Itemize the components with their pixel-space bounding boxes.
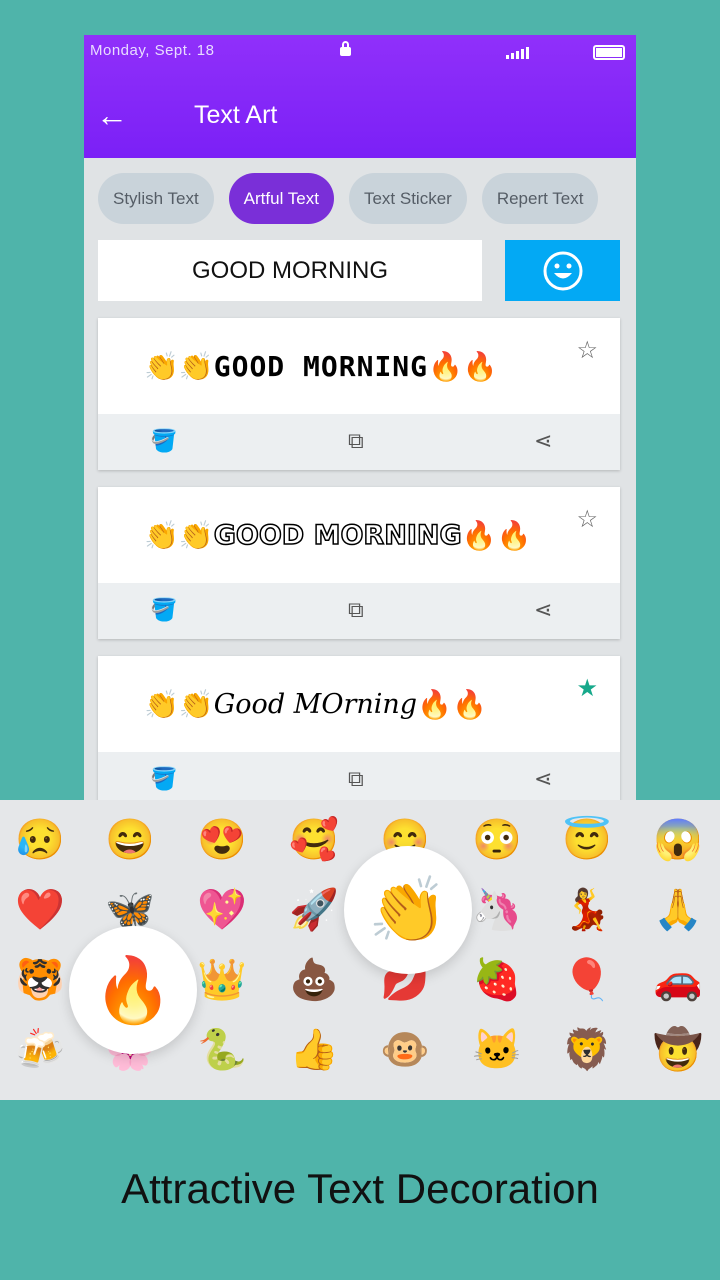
emoji-item[interactable]: 😇 bbox=[557, 815, 617, 865]
card-suffix: 🔥🔥 bbox=[428, 350, 498, 382]
emoji-item[interactable]: 🥰 bbox=[284, 815, 344, 865]
emoji-item[interactable]: 👑 bbox=[192, 955, 252, 1005]
emoji-item[interactable]: ❤️ bbox=[10, 885, 70, 935]
star-outline-icon[interactable]: ☆ bbox=[576, 336, 598, 365]
tab-repert-text[interactable]: Repert Text bbox=[481, 173, 599, 224]
copy-icon[interactable]: ⧉ bbox=[348, 428, 364, 454]
emoji-panel: 😥😄😍🥰😊😳😇😱❤️🦋💖🚀🦄💃🙏🐯👑💩💋🍓🎈🚗🍻🌸🐍👍🐵🐱🦁🤠🔥 👏 bbox=[0, 800, 720, 1100]
copy-icon[interactable]: ⧉ bbox=[348, 766, 364, 792]
emoji-item[interactable]: 🎈 bbox=[557, 955, 617, 1005]
card-prefix: 👏👏 bbox=[144, 688, 214, 720]
copy-icon[interactable]: ⧉ bbox=[348, 597, 364, 623]
emoji-item[interactable]: 🐱 bbox=[467, 1025, 527, 1075]
emoji-item[interactable]: 🙏 bbox=[648, 885, 708, 935]
back-arrow-icon[interactable]: ← bbox=[96, 99, 128, 131]
text-art-card: 👏👏 Good MOrning 🔥🔥 ★ 🪣 ⧉ ⋖ bbox=[98, 656, 620, 800]
emoji-item[interactable]: 😳 bbox=[467, 815, 527, 865]
emoji-item[interactable]: 🚗 bbox=[648, 955, 708, 1005]
paint-bucket-icon[interactable]: 🪣 bbox=[150, 766, 177, 792]
emoji-item[interactable]: 🐯 bbox=[10, 955, 70, 1005]
share-icon[interactable]: ⋖ bbox=[534, 766, 552, 792]
emoji-item[interactable]: 💩 bbox=[284, 955, 344, 1005]
card-prefix: 👏👏 bbox=[144, 519, 214, 551]
smiley-icon bbox=[543, 251, 582, 290]
battery-icon bbox=[593, 45, 625, 60]
emoji-item[interactable]: 🐵 bbox=[375, 1025, 435, 1075]
paint-bucket-icon[interactable]: 🪣 bbox=[150, 428, 177, 454]
card-suffix: 🔥🔥 bbox=[461, 519, 532, 551]
phone-screen: Monday, Sept. 18 ← Text Art Stylish Text… bbox=[84, 35, 636, 800]
tab-text-sticker[interactable]: Text Sticker bbox=[348, 173, 467, 224]
emoji-item[interactable]: 🦁 bbox=[557, 1025, 617, 1075]
tab-bar: Stylish Text Artful Text Text Sticker Re… bbox=[98, 173, 599, 224]
card-text: GOOD MORNING bbox=[213, 519, 462, 552]
emoji-item[interactable]: 🍓 bbox=[467, 955, 527, 1005]
emoji-item[interactable]: 💖 bbox=[192, 885, 252, 935]
emoji-item[interactable]: 😱 bbox=[648, 815, 708, 865]
app-bar: Monday, Sept. 18 ← Text Art bbox=[84, 35, 636, 158]
star-filled-icon[interactable]: ★ bbox=[576, 674, 598, 703]
share-icon[interactable]: ⋖ bbox=[534, 597, 552, 623]
emoji-item[interactable]: 💃 bbox=[557, 885, 617, 935]
text-art-card: 👏👏 GOOD MORNING 🔥🔥 ☆ 🪣 ⧉ ⋖ bbox=[98, 487, 620, 639]
card-text: GOOD MORNING bbox=[213, 349, 429, 383]
emoji-item[interactable]: 🤠 bbox=[648, 1025, 708, 1075]
emoji-item[interactable]: 👍 bbox=[284, 1025, 344, 1075]
card-text: Good MOrning bbox=[213, 688, 418, 720]
status-date: Monday, Sept. 18 bbox=[90, 42, 215, 59]
paint-bucket-icon[interactable]: 🪣 bbox=[150, 597, 177, 623]
star-outline-icon[interactable]: ☆ bbox=[576, 505, 598, 534]
text-art-card: 👏👏 GOOD MORNING 🔥🔥 ☆ 🪣 ⧉ ⋖ bbox=[98, 318, 620, 470]
emoji-item[interactable]: 😄 bbox=[100, 815, 160, 865]
emoji-item[interactable]: 🦄 bbox=[467, 885, 527, 935]
emoji-item[interactable]: 🚀 bbox=[284, 885, 344, 935]
emoji-item[interactable]: 🍻 bbox=[10, 1025, 70, 1075]
emoji-item[interactable]: 😍 bbox=[192, 815, 252, 865]
lock-icon bbox=[340, 41, 351, 56]
share-icon[interactable]: ⋖ bbox=[534, 428, 552, 454]
page-title: Text Art bbox=[194, 101, 278, 129]
caption: Attractive Text Decoration bbox=[121, 1165, 599, 1212]
card-prefix: 👏👏 bbox=[144, 350, 214, 382]
fire-highlight: 🔥 bbox=[69, 926, 197, 1054]
emoji-item[interactable]: 😥 bbox=[10, 815, 70, 865]
tab-artful-text[interactable]: Artful Text bbox=[228, 173, 334, 224]
tab-stylish-text[interactable]: Stylish Text bbox=[98, 173, 214, 224]
emoji-item[interactable]: 🐍 bbox=[192, 1025, 252, 1075]
emoji-button[interactable] bbox=[505, 240, 620, 301]
signal-icon bbox=[506, 47, 529, 59]
card-suffix: 🔥🔥 bbox=[417, 688, 487, 720]
clap-highlight: 👏 bbox=[344, 846, 472, 974]
text-input[interactable] bbox=[98, 240, 482, 301]
